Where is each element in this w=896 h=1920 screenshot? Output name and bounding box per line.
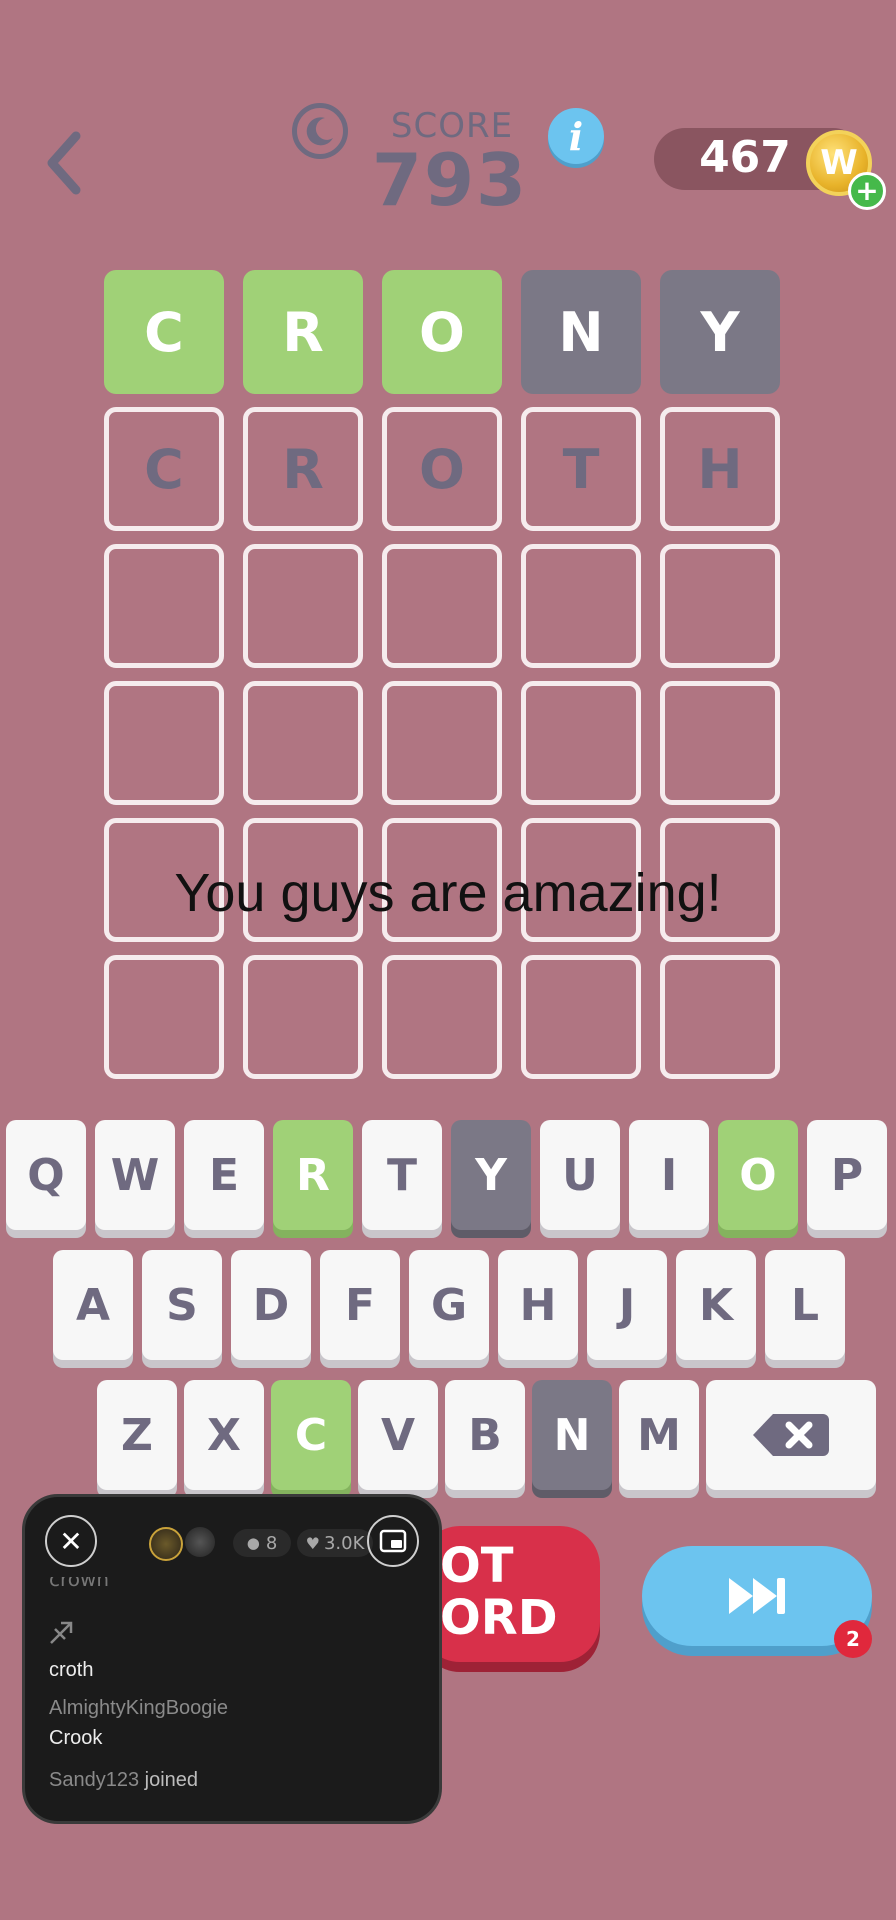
person-icon: ●	[246, 1534, 260, 1552]
chat-message: croth	[49, 1659, 94, 1681]
not-word-button[interactable]: OT ORD	[420, 1526, 600, 1662]
join-text: joined	[144, 1769, 199, 1791]
grid-tile	[104, 955, 224, 1079]
grid-tile: R	[243, 407, 363, 531]
key-n[interactable]: N	[532, 1380, 612, 1490]
key-e[interactable]: E	[184, 1120, 264, 1230]
key-f[interactable]: F	[320, 1250, 400, 1360]
grid-tile: O	[382, 270, 502, 394]
chat-message: Crook	[49, 1727, 103, 1749]
key-x[interactable]: X	[184, 1380, 264, 1490]
like-count: ♥ 3.0K	[297, 1529, 373, 1557]
grid-tile: R	[243, 270, 363, 394]
info-button[interactable]: i	[548, 108, 604, 164]
fast-forward-icon	[729, 1578, 785, 1614]
grid-tile: T	[521, 407, 641, 531]
viewer-count: ● 8	[233, 1529, 291, 1557]
heart-icon: ♥	[305, 1533, 320, 1553]
join-notice: Sandy123 joined	[49, 1769, 198, 1792]
key-t[interactable]: T	[362, 1120, 442, 1230]
not-word-label-2: ORD	[440, 1590, 558, 1646]
key-h[interactable]: H	[498, 1250, 578, 1360]
grid-tile: C	[104, 270, 224, 394]
viewer-count-value: 8	[265, 1532, 278, 1554]
grid-tile	[660, 955, 780, 1079]
key-p[interactable]: P	[807, 1120, 887, 1230]
chat-message-faded: crown	[49, 1577, 110, 1591]
grid-tile: O	[382, 407, 502, 531]
key-u[interactable]: U	[540, 1120, 620, 1230]
backspace-icon	[753, 1414, 829, 1456]
key-z[interactable]: Z	[97, 1380, 177, 1490]
back-button[interactable]	[40, 128, 90, 198]
grid-tile: C	[104, 407, 224, 531]
grid-tile: N	[521, 270, 641, 394]
key-q[interactable]: Q	[6, 1120, 86, 1230]
grid-tile	[243, 955, 363, 1079]
key-d[interactable]: D	[231, 1250, 311, 1360]
gift-icon	[47, 1619, 75, 1651]
grid-tile	[104, 681, 224, 805]
not-word-label-1: OT	[440, 1538, 514, 1594]
live-chat-panel: ✕ ● 8 ♥ 3.0K crown croth AlmightyKingBoo…	[22, 1494, 442, 1824]
grid-tile	[660, 681, 780, 805]
moon-icon	[306, 117, 333, 146]
key-v[interactable]: V	[358, 1380, 438, 1490]
grid-tile	[104, 544, 224, 668]
close-panel-button[interactable]: ✕	[45, 1515, 97, 1567]
join-username: Sandy123	[49, 1769, 140, 1791]
like-count-value: 3.0K	[323, 1532, 365, 1554]
grid-tile	[382, 955, 502, 1079]
key-w[interactable]: W	[95, 1120, 175, 1230]
key-l[interactable]: L	[765, 1250, 845, 1360]
key-b[interactable]: B	[445, 1380, 525, 1490]
key-i[interactable]: I	[629, 1120, 709, 1230]
grid-tile	[382, 681, 502, 805]
add-coins-button[interactable]: +	[848, 172, 886, 210]
grid-tile	[521, 955, 641, 1079]
dark-mode-toggle[interactable]	[292, 103, 348, 159]
grid-tile	[243, 681, 363, 805]
grid-tile	[521, 681, 641, 805]
avatar	[185, 1527, 215, 1557]
coin-count: 467	[699, 132, 791, 183]
grid-tile	[660, 544, 780, 668]
key-k[interactable]: K	[676, 1250, 756, 1360]
stream-caption: You guys are amazing!	[174, 863, 722, 923]
grid-tile: H	[660, 407, 780, 531]
grid-tile	[243, 544, 363, 668]
grid-tile	[382, 544, 502, 668]
key-g[interactable]: G	[409, 1250, 489, 1360]
key-m[interactable]: M	[619, 1380, 699, 1490]
key-j[interactable]: J	[587, 1250, 667, 1360]
guess-grid: CRONY CROTH	[104, 270, 780, 1079]
picture-in-picture-button[interactable]	[367, 1515, 419, 1567]
key-c[interactable]: C	[271, 1380, 351, 1490]
pip-icon	[379, 1529, 407, 1553]
key-y[interactable]: Y	[451, 1120, 531, 1230]
key-s[interactable]: S	[142, 1250, 222, 1360]
grid-tile: Y	[660, 270, 780, 394]
key-a[interactable]: A	[53, 1250, 133, 1360]
close-icon: ✕	[59, 1524, 83, 1558]
chat-username: AlmightyKingBoogie	[49, 1697, 228, 1719]
key-o[interactable]: O	[718, 1120, 798, 1230]
score-value: 793	[371, 138, 529, 222]
avatar	[149, 1527, 183, 1561]
backspace-key[interactable]	[706, 1380, 876, 1490]
chevron-left-icon	[47, 131, 81, 195]
grid-tile	[521, 544, 641, 668]
key-r[interactable]: R	[273, 1120, 353, 1230]
skip-count-badge: 2	[834, 1620, 872, 1658]
